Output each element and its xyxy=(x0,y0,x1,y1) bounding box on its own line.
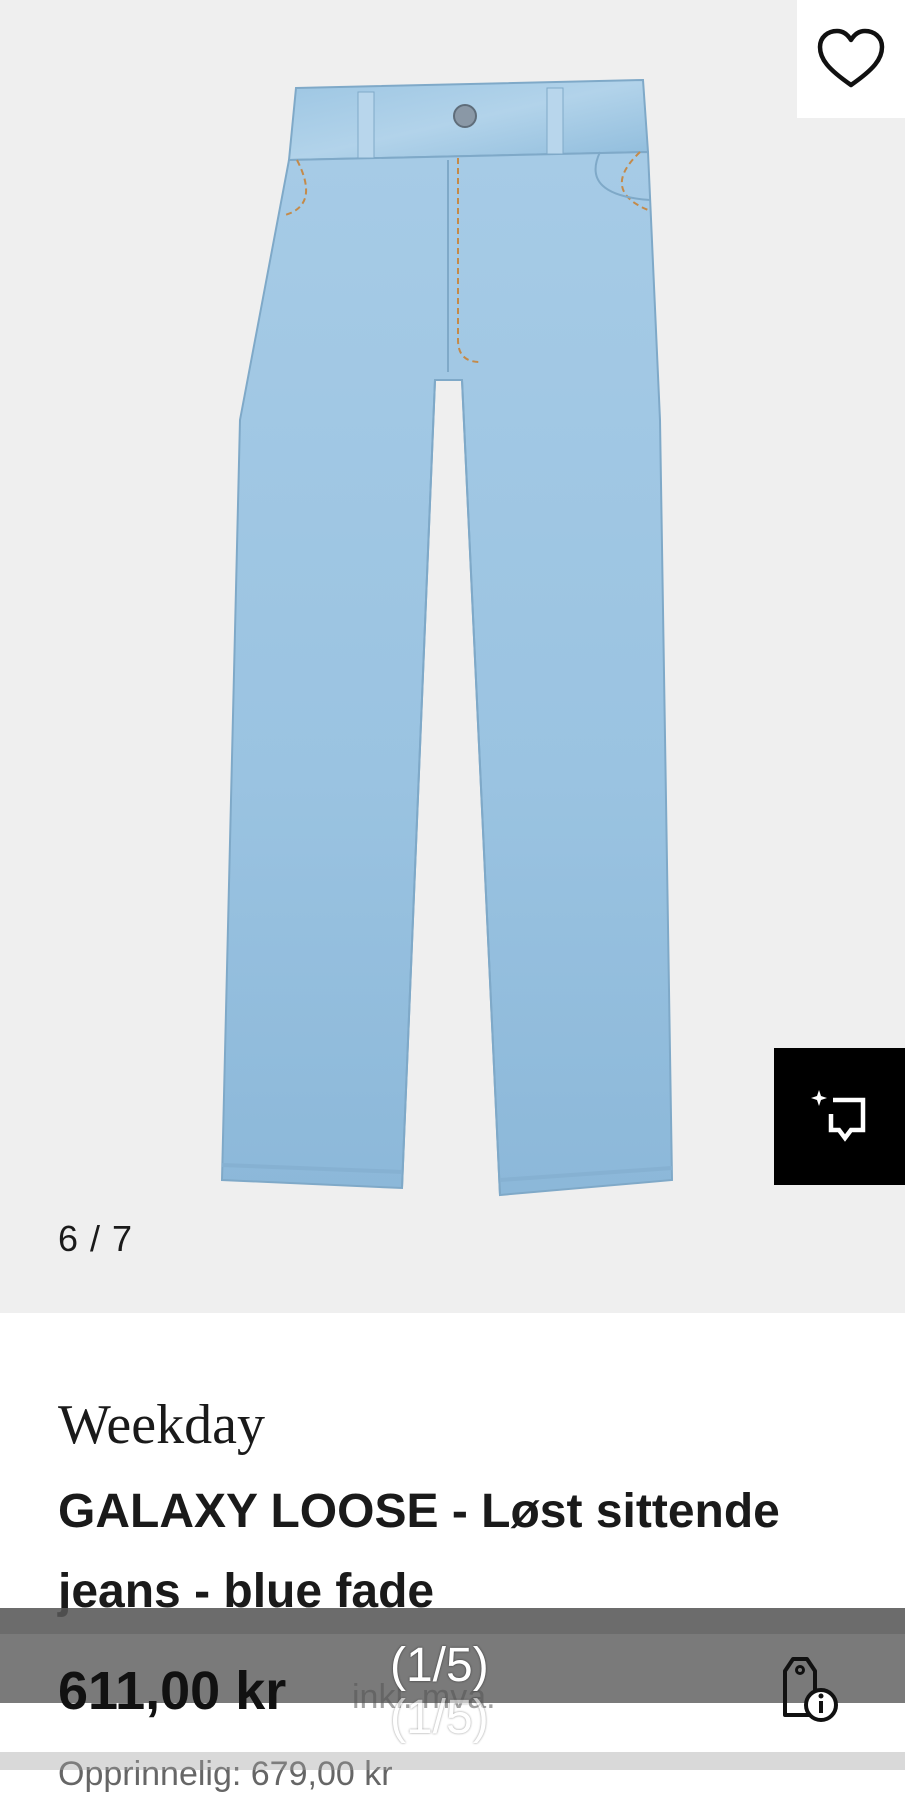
brand-name[interactable]: Weekday xyxy=(58,1393,265,1457)
heart-outline-icon xyxy=(817,28,885,88)
wishlist-button[interactable] xyxy=(797,0,905,118)
product-image-gallery[interactable]: 6 / 7 xyxy=(0,0,905,1313)
price-info-button[interactable] xyxy=(775,1650,845,1725)
find-similar-button[interactable] xyxy=(774,1048,905,1185)
find-similar-icon xyxy=(810,1089,865,1142)
image-page-counter: 6 / 7 xyxy=(58,1218,134,1259)
media-counter-shadow: (1/5) xyxy=(390,1691,489,1744)
media-counter: (1/5) xyxy=(390,1639,489,1692)
bottom-overlay-strip xyxy=(0,1752,905,1770)
product-price: 611,00 kr xyxy=(58,1661,287,1721)
product-image xyxy=(220,78,674,1197)
price-tag-info-icon xyxy=(783,1656,838,1722)
